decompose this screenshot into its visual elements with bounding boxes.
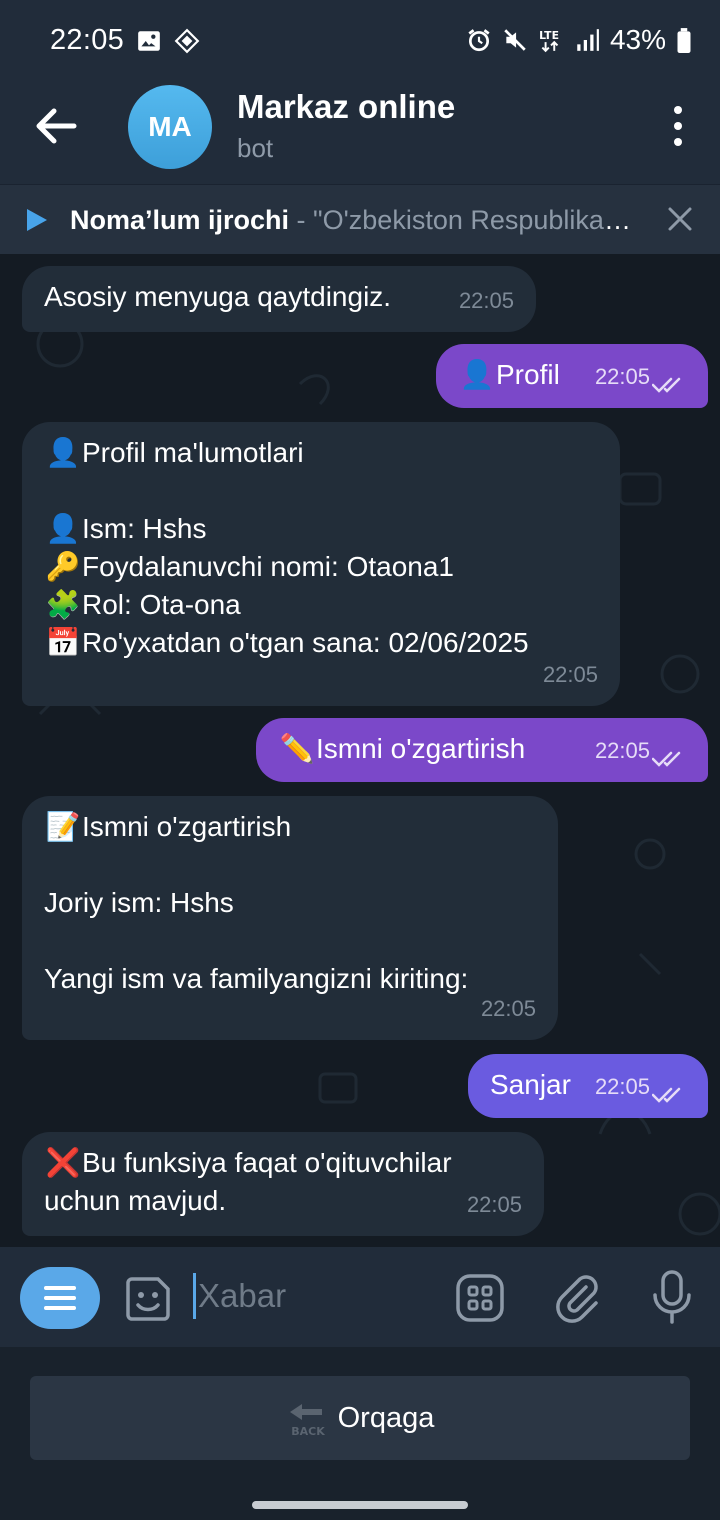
message-outgoing[interactable]: 👤Profil 22:05 <box>436 344 708 408</box>
player-artist: Noma’lum ijrochi <box>70 205 290 235</box>
cross-mark-icon: ❌ <box>45 1147 81 1178</box>
message-input[interactable] <box>198 1271 438 1321</box>
svg-text:LTE: LTE <box>539 29 559 42</box>
message-incoming[interactable]: 📝Ismni o'zgartirish Joriy ism: Hshs Yang… <box>22 796 558 1040</box>
message-text: Bu funksiya faqat o'qituvchilar <box>82 1147 452 1178</box>
attach-icon[interactable] <box>552 1271 600 1323</box>
home-indicator[interactable] <box>252 1501 468 1509</box>
message-composer <box>0 1247 720 1347</box>
message-time: 22:05 <box>458 288 514 313</box>
key-icon: 🔑 <box>45 551 81 582</box>
back-arrow-icon[interactable] <box>30 104 82 148</box>
pencil-icon: ✏️ <box>279 733 315 764</box>
status-time: 22:05 <box>50 24 125 56</box>
message-text: Ro'yxatdan o'tgan sana: 02/06/2025 <box>82 627 529 658</box>
lte-icon: LTE <box>539 29 559 53</box>
player-track[interactable]: Noma’lum ijrochi - "O'zbekiston Respubli… <box>70 205 644 236</box>
bot-menu-button[interactable] <box>20 1267 100 1329</box>
mute-icon <box>504 29 526 51</box>
message-time: 22:05 <box>466 1192 522 1217</box>
bot-keyboard: BACK Orqaga <box>0 1347 720 1520</box>
read-ticks-icon <box>652 1087 681 1103</box>
battery-icon <box>677 28 691 53</box>
chat-subtitle: bot <box>237 133 274 163</box>
message-text: Rol: Ota-ona <box>82 589 241 620</box>
player-separator: - <box>289 205 314 235</box>
chip-icon <box>174 28 200 54</box>
message-incoming[interactable]: Asosiy menyuga qaytdingiz. 22:05 <box>22 266 536 332</box>
message-text: Foydalanuvchi nomi: Otaona1 <box>82 551 454 582</box>
back-icon-text: BACK <box>291 1425 325 1438</box>
back-keyboard-button[interactable]: BACK Orqaga <box>30 1376 690 1460</box>
back-arrow-icon: BACK <box>289 1404 325 1438</box>
message-text: Profil <box>496 359 560 390</box>
message-time: 22:05 <box>594 364 650 389</box>
audio-player-bar[interactable]: Noma’lum ijrochi - "O'zbekiston Respubli… <box>0 184 720 254</box>
read-ticks-icon <box>652 751 681 767</box>
avatar[interactable]: MA <box>128 85 212 169</box>
player-song: "O'zbekiston Respublikasi Davlat madhiya… <box>313 205 644 235</box>
message-text: Yangi ism va familyangizni kiriting: <box>44 963 469 994</box>
signal-icon <box>577 29 599 51</box>
message-text: Profil ma'lumotlari <box>82 437 304 468</box>
more-options-icon[interactable] <box>666 106 690 146</box>
chat-title[interactable]: Markaz online <box>237 88 455 126</box>
status-bar: 22:05 LTE 43% <box>0 0 720 84</box>
sticker-icon[interactable] <box>122 1273 174 1325</box>
message-outgoing[interactable]: ✏️Ismni o'zgartirish 22:05 <box>256 718 708 782</box>
microphone-icon[interactable] <box>648 1269 696 1325</box>
message-incoming[interactable]: ❌Bu funksiya faqat o'qituvchilar uchun m… <box>22 1132 544 1236</box>
message-text: uchun mavjud. <box>44 1185 227 1216</box>
close-icon[interactable] <box>666 205 694 233</box>
gallery-icon <box>138 31 160 51</box>
calendar-icon: 📅 <box>45 627 81 658</box>
puzzle-icon: 🧩 <box>45 589 81 620</box>
person-icon: 👤 <box>45 437 81 468</box>
message-text: Asosiy menyuga qaytdingiz. <box>44 281 392 312</box>
message-text: Joriy ism: Hshs <box>44 887 234 918</box>
message-text: Ismni o'zgartirish <box>316 733 526 764</box>
back-keyboard-label: Orqaga <box>337 1401 435 1434</box>
message-incoming[interactable]: 👤Profil ma'lumotlari 👤Ism: Hshs 🔑Foydala… <box>22 422 620 706</box>
app-grid-icon[interactable] <box>455 1273 505 1323</box>
message-text: Ism: Hshs <box>82 513 207 544</box>
alarm-icon <box>468 29 490 52</box>
read-ticks-icon <box>652 377 681 393</box>
chat-messages[interactable]: Asosiy menyuga qaytdingiz. 22:05 👤Profil… <box>0 254 720 1247</box>
message-time: 22:05 <box>594 1074 650 1099</box>
chat-header: MA Markaz online bot <box>0 84 720 184</box>
message-time: 22:05 <box>594 738 650 763</box>
person-icon: 👤 <box>45 513 81 544</box>
message-time: 22:05 <box>542 662 598 687</box>
message-time: 22:05 <box>480 996 536 1021</box>
message-outgoing[interactable]: Sanjar 22:05 <box>468 1054 708 1118</box>
text-cursor <box>193 1273 196 1319</box>
memo-icon: 📝 <box>45 811 81 842</box>
play-icon[interactable] <box>27 209 47 231</box>
battery-percent: 43% <box>609 24 666 55</box>
message-text: Ismni o'zgartirish <box>82 811 292 842</box>
person-icon: 👤 <box>459 359 495 390</box>
